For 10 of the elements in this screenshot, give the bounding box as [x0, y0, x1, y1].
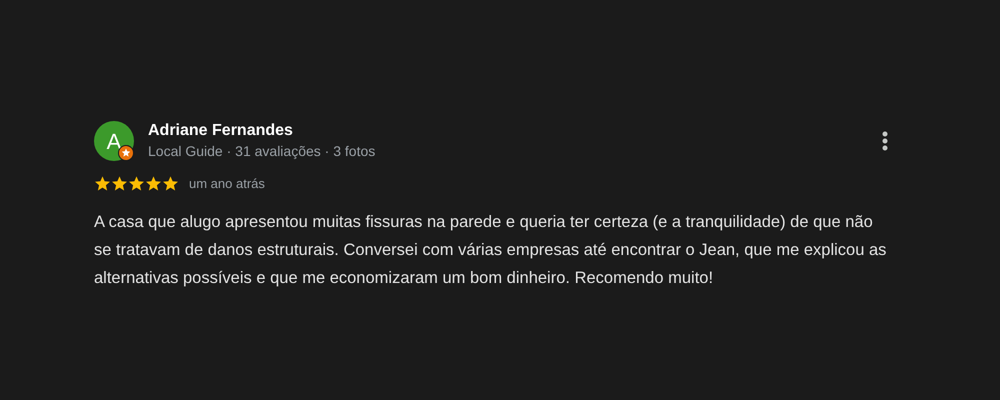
author-name[interactable]: Adriane Fernandes [148, 121, 882, 141]
star-icon [111, 175, 128, 192]
star-icon [94, 175, 111, 192]
reviewer-meta: Local Guide · 31 avaliações · 3 fotos [148, 142, 376, 161]
more-options-icon[interactable] [882, 131, 888, 151]
star-icon [162, 175, 179, 192]
review-time: um ano atrás [189, 175, 265, 193]
star-icon [128, 175, 145, 192]
star-icon [145, 175, 162, 192]
review-text: A casa que alugo apresentou muitas fissuras na parede e queria ter certeza (e a tranquilidade) de que não se tratavam de danos estruturais. Conversei com várias empresas até encontrar o Jean, que me explicou as alternativas possíveis e que me economizaram um bom dinheiro. Recomendo muito! [94, 212, 888, 288]
